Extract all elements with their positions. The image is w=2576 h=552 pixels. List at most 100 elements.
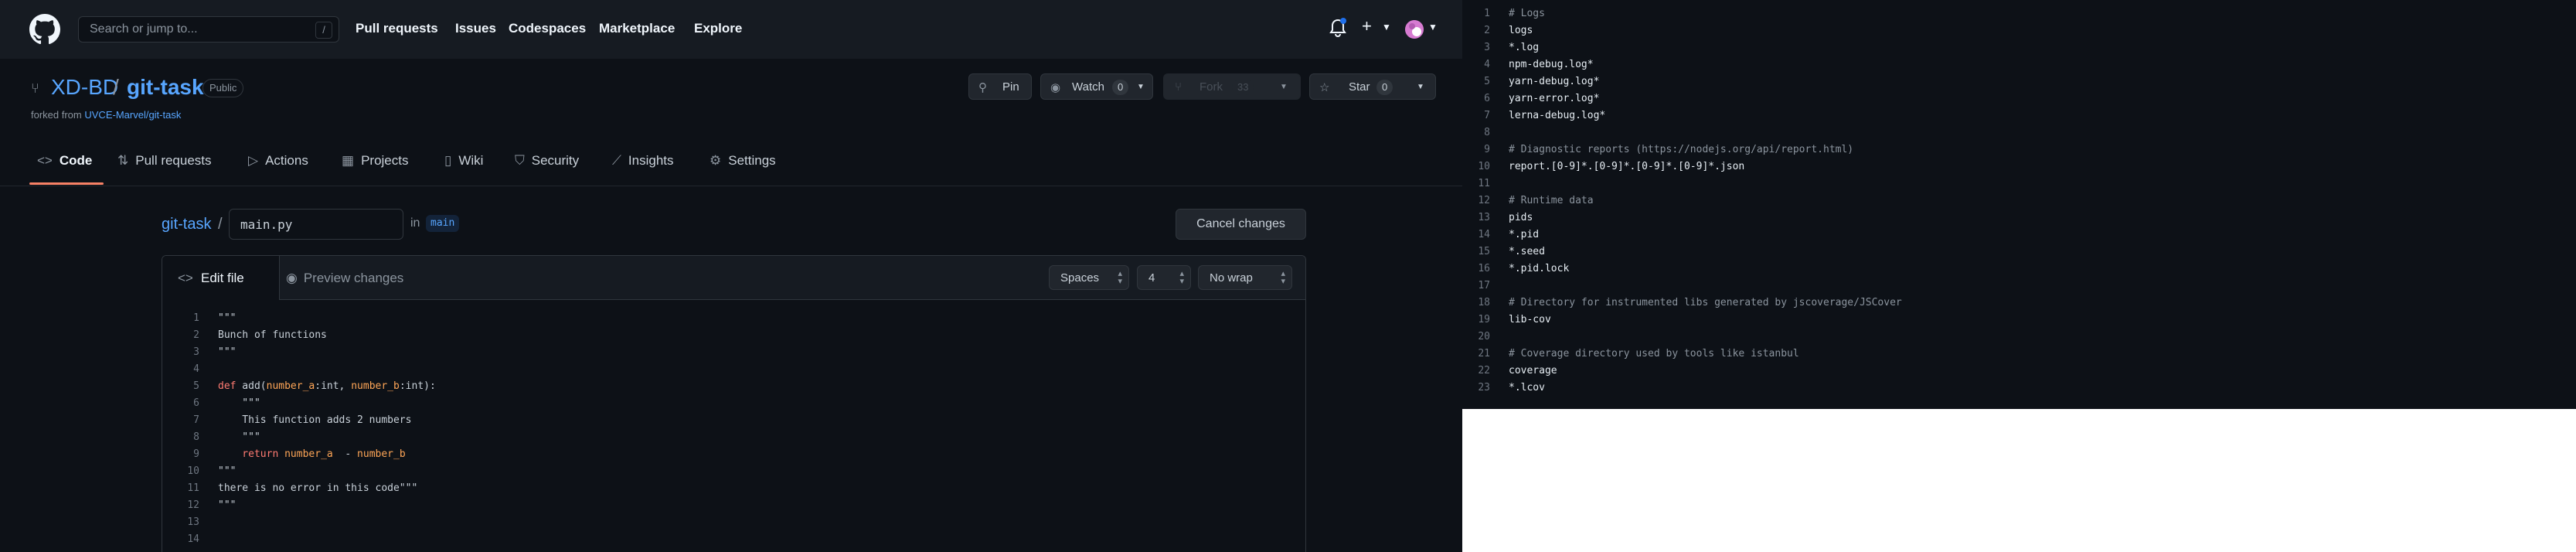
forked-prefix: forked from — [31, 109, 82, 121]
line-number: 3 — [193, 346, 199, 358]
avatar[interactable] — [1405, 20, 1424, 39]
code-line: 1 """ — [162, 310, 1305, 327]
watch-chevron-icon[interactable]: ▼ — [1137, 83, 1145, 91]
tab-edit-file[interactable]: <> Edit file — [162, 256, 280, 300]
search-input[interactable]: Search or jump to... / — [78, 16, 339, 43]
bell-icon[interactable] — [1329, 18, 1346, 38]
line-number: 17 — [1478, 280, 1490, 291]
tab-wiki[interactable]: ▯ Wiki — [444, 153, 483, 169]
line-number: 8 — [1484, 127, 1490, 138]
code-editor: <> Edit file ◉ Preview changes Spaces ▴ ▾ … — [162, 255, 1306, 552]
line-text: coverage — [1509, 365, 1557, 377]
search-placeholder: Search or jump to... — [90, 22, 198, 36]
chevron-down-icon[interactable]: ▼ — [1382, 22, 1391, 32]
tab-insights[interactable]: ⟋ Insights — [612, 153, 674, 169]
tab-preview-changes[interactable]: ◉ Preview changes — [286, 271, 403, 286]
watch-button[interactable]: ◉ Watch 0 ▼ — [1040, 73, 1153, 100]
nav-issues[interactable]: Issues — [455, 21, 496, 36]
indent-size-select[interactable]: 4 ▴ ▾ — [1137, 265, 1191, 290]
line-text: """ — [218, 431, 260, 443]
code-line: 9 return number_a - number_b — [162, 446, 1305, 463]
line-text: logs — [1509, 25, 1533, 36]
line-text: # Runtime data — [1509, 195, 1594, 206]
in-label: in — [410, 216, 420, 230]
forked-source-link[interactable]: UVCE-Marvel/git-task — [84, 109, 181, 121]
line-text: def add(number_a:int, number_b:int): — [218, 378, 436, 395]
star-icon: ☆ — [1319, 81, 1330, 94]
plus-icon[interactable]: + — [1362, 16, 1372, 36]
code-line: 4 — [162, 361, 1305, 378]
visibility-badge: Public — [202, 79, 244, 97]
cancel-changes-button[interactable]: Cancel changes — [1176, 209, 1306, 240]
line-text: """ — [218, 499, 237, 511]
tab-pull-requests[interactable]: ⇅ Pull requests — [117, 153, 212, 169]
nav-marketplace[interactable]: Marketplace — [599, 21, 675, 36]
line-text: *.seed — [1509, 246, 1545, 257]
code-token: number_b — [357, 448, 406, 460]
gitignore-line: 21 # Coverage directory used by tools lik… — [1462, 346, 2576, 363]
play-icon: ▷ — [248, 153, 259, 168]
nav-explore[interactable]: Explore — [694, 21, 742, 36]
fork-button[interactable]: ⑂ Fork 33 ▼ — [1163, 73, 1301, 100]
line-number: 7 — [193, 414, 199, 426]
filename-input[interactable] — [229, 209, 403, 240]
active-tab-indicator — [29, 182, 104, 185]
book-icon: ▯ — [444, 153, 452, 168]
repo-owner-link[interactable]: XD-BD — [51, 75, 118, 100]
gitignore-line: 12 # Runtime data — [1462, 193, 2576, 210]
wrap-mode-select[interactable]: No wrap ▴ ▾ — [1198, 265, 1292, 290]
fork-icon: ⑂ — [1175, 80, 1183, 94]
tab-settings[interactable]: ⚙ Settings — [710, 153, 776, 169]
gitignore-line: 13 pids — [1462, 210, 2576, 227]
line-text: *.lcov — [1509, 382, 1545, 394]
tab-actions[interactable]: ▷ Actions — [248, 153, 308, 169]
repo-name-link[interactable]: git-task — [127, 75, 204, 100]
pin-button[interactable]: ⚲ Pin — [968, 73, 1032, 100]
fork-repo-icon: ⑂ — [31, 80, 39, 96]
star-label: Star — [1349, 80, 1370, 94]
editor-toolbar: <> Edit file ◉ Preview changes Spaces ▴ ▾ … — [162, 256, 1305, 300]
code-line: 8 """ — [162, 429, 1305, 446]
star-button[interactable]: ☆ Star 0 ▼ — [1309, 73, 1436, 100]
code-icon: <> — [178, 271, 193, 285]
fork-chevron-icon[interactable]: ▼ — [1280, 83, 1288, 91]
breadcrumb-repo-link[interactable]: git-task — [162, 216, 211, 233]
code-token: return — [218, 448, 279, 460]
select-arrows-icon: ▴ ▾ — [1281, 269, 1285, 286]
line-text: """ — [218, 312, 237, 324]
avatar-chevron-icon[interactable]: ▼ — [1428, 22, 1438, 32]
nav-pull-requests[interactable]: Pull requests — [356, 21, 438, 36]
star-chevron-icon[interactable]: ▼ — [1417, 83, 1424, 91]
line-number: 14 — [1478, 229, 1490, 240]
line-number: 19 — [1478, 314, 1490, 325]
nav-codespaces[interactable]: Codespaces — [509, 21, 586, 36]
line-text: *.pid.lock — [1509, 263, 1570, 274]
gitignore-line: 11 — [1462, 175, 2576, 193]
line-number: 13 — [1478, 212, 1490, 223]
gitignore-line: 9 # Diagnostic reports (https://nodejs.or… — [1462, 141, 2576, 158]
breadcrumb-separator: / — [218, 216, 223, 233]
eye-icon: ◉ — [1050, 81, 1061, 94]
select-arrows-icon: ▴ ▾ — [1118, 269, 1122, 286]
watch-count: 0 — [1112, 80, 1129, 95]
line-text: """ — [218, 346, 237, 358]
code-icon: <> — [37, 153, 53, 168]
line-number: 10 — [187, 465, 199, 477]
tab-security[interactable]: ⛉ Security — [515, 153, 579, 169]
tab-projects[interactable]: ▦ Projects — [342, 153, 408, 169]
line-number: 1 — [1484, 8, 1490, 19]
gitignore-line: 8 — [1462, 124, 2576, 141]
line-text: """ — [218, 397, 260, 409]
line-number: 2 — [1484, 25, 1490, 36]
line-number: 20 — [1478, 331, 1490, 342]
indent-mode-select[interactable]: Spaces ▴ ▾ — [1049, 265, 1129, 290]
github-editor-window: Search or jump to... / Pull requests Iss… — [0, 0, 1462, 552]
line-number: 23 — [1478, 382, 1490, 394]
code-line: 11 there is no error in this code""" — [162, 480, 1305, 497]
tab-code[interactable]: <> Code — [37, 153, 92, 169]
github-logo-icon[interactable] — [29, 14, 60, 45]
line-number: 6 — [193, 397, 199, 409]
shield-icon: ⛉ — [515, 153, 525, 168]
line-text: yarn-error.log* — [1509, 93, 1600, 104]
star-count: 0 — [1376, 80, 1393, 95]
